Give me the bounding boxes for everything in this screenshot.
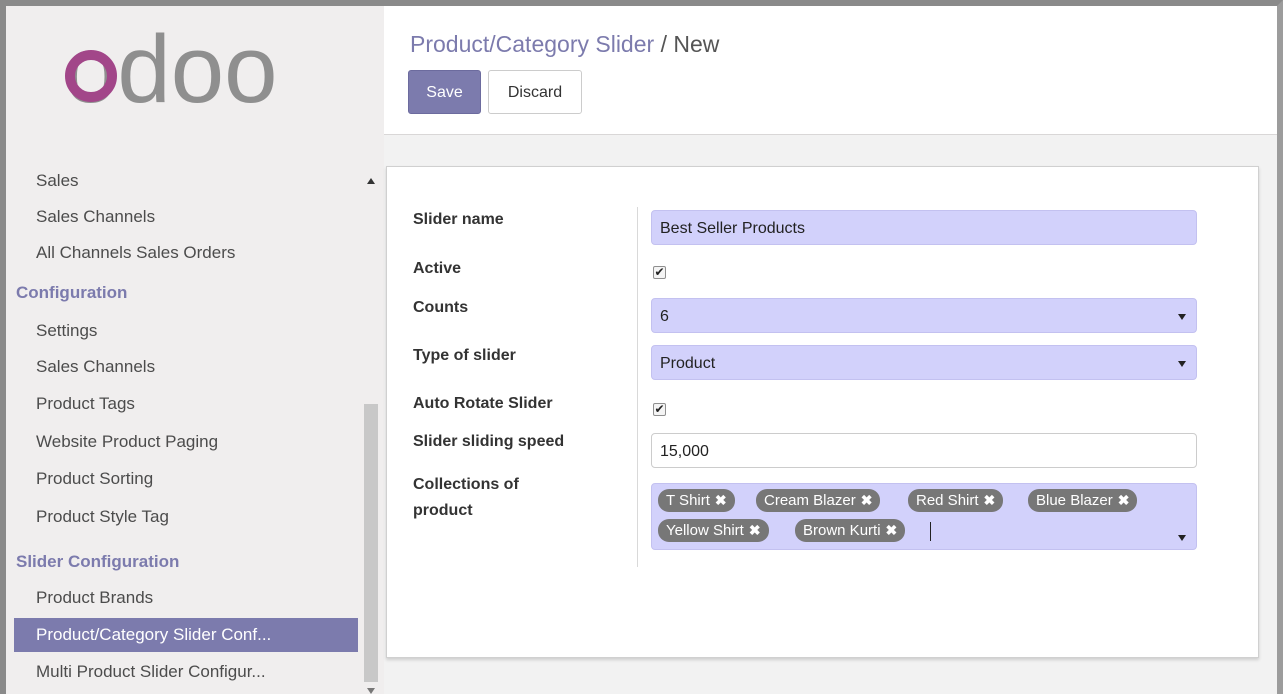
main-area: Product/Category Slider / New Save Disca… [384, 6, 1277, 694]
type-of-slider-select[interactable]: Product [651, 345, 1197, 380]
tag-label: Brown Kurti [803, 522, 881, 539]
tag-blue-blazer[interactable]: Blue Blazer ✖ [1028, 489, 1138, 512]
sidebar-section-configuration: Configuration [16, 283, 128, 302]
control-panel: Product/Category Slider / New Save Disca… [384, 6, 1277, 135]
auto-rotate-checkbox[interactable]: ✔ [653, 403, 666, 416]
chevron-down-icon [1178, 361, 1186, 367]
sidebar-item-product-category-slider[interactable]: Product/Category Slider Conf... [14, 618, 358, 652]
slider-speed-input[interactable]: 15,000 [651, 433, 1197, 468]
tag-cream-blazer[interactable]: Cream Blazer ✖ [756, 489, 881, 512]
collections-label-line1: Collections of [413, 476, 519, 493]
sidebar-item-product-brands[interactable]: Product Brands [14, 581, 358, 615]
form-sheet: Slider name Best Seller Products Active … [386, 166, 1259, 658]
breadcrumb-current: New [673, 31, 720, 57]
sidebar: odoo Sales Sales Channels All Channels S… [6, 6, 384, 694]
tag-label: T Shirt [666, 492, 710, 509]
logo-text: odoo [64, 16, 278, 123]
tag-label: Blue Blazer [1036, 492, 1113, 509]
remove-tag-icon[interactable]: ✖ [715, 492, 727, 508]
tag-brown-kurti[interactable]: Brown Kurti ✖ [795, 519, 906, 542]
sidebar-section-slider-configuration: Slider Configuration [16, 552, 180, 571]
counts-label: Counts [413, 299, 469, 316]
type-of-slider-label: Type of slider [413, 347, 516, 364]
sidebar-item-product-tags[interactable]: Product Tags [14, 387, 358, 421]
sidebar-item-config-sales-channels[interactable]: Sales Channels [14, 350, 358, 384]
remove-tag-icon[interactable]: ✖ [984, 492, 996, 508]
sidebar-scrollbar[interactable] [362, 164, 380, 694]
sidebar-item-product-sorting[interactable]: Product Sorting [14, 462, 358, 496]
remove-tag-icon[interactable]: ✖ [749, 522, 761, 538]
odoo-logo[interactable]: odoo [58, 10, 338, 130]
tag-red-shirt[interactable]: Red Shirt ✖ [908, 489, 1004, 512]
sidebar-item-sales[interactable]: Sales [14, 164, 358, 198]
save-button[interactable]: Save [408, 70, 481, 114]
sidebar-item-settings[interactable]: Settings [14, 314, 358, 348]
scroll-up-icon[interactable] [367, 178, 375, 184]
sidebar-item-multi-product-slider[interactable]: Multi Product Slider Configur... [14, 655, 358, 689]
collections-label-line2: product [413, 502, 473, 519]
text-cursor [930, 522, 931, 541]
tag-label: Red Shirt [916, 492, 979, 509]
active-checkbox[interactable]: ✔ [653, 266, 666, 279]
sidebar-item-sales-channels[interactable]: Sales Channels [14, 200, 358, 234]
slider-name-input[interactable]: Best Seller Products [651, 210, 1197, 245]
active-label: Active [413, 260, 462, 277]
remove-tag-icon[interactable]: ✖ [1118, 492, 1130, 508]
breadcrumb-parent-link[interactable]: Product/Category Slider [410, 31, 654, 57]
chevron-down-icon[interactable] [1178, 535, 1186, 541]
remove-tag-icon[interactable]: ✖ [861, 492, 873, 508]
scrollbar-thumb[interactable] [364, 404, 378, 682]
slider-speed-label: Slider sliding speed [413, 433, 565, 450]
discard-button[interactable]: Discard [488, 70, 582, 114]
sidebar-item-website-product-paging[interactable]: Website Product Paging [14, 425, 358, 459]
breadcrumb: Product/Category Slider / New [410, 31, 719, 58]
tag-t-shirt[interactable]: T Shirt ✖ [658, 489, 735, 512]
remove-tag-icon[interactable]: ✖ [886, 522, 898, 538]
tag-label: Cream Blazer [764, 492, 856, 509]
slider-name-label: Slider name [413, 211, 504, 228]
tag-yellow-shirt[interactable]: Yellow Shirt ✖ [658, 519, 769, 542]
scroll-down-icon[interactable] [367, 688, 375, 694]
form-divider [637, 207, 638, 567]
collections-tags-field[interactable]: T Shirt ✖ Cream Blazer ✖ Red Shirt ✖ Blue B… [651, 483, 1197, 550]
counts-select[interactable]: 6 [651, 298, 1197, 333]
logo-area: odoo [6, 6, 384, 156]
sidebar-item-product-style-tag[interactable]: Product Style Tag [14, 500, 358, 534]
sidebar-item-all-channels-sales-orders[interactable]: All Channels Sales Orders [14, 236, 358, 270]
breadcrumb-separator: / [660, 31, 667, 57]
type-of-slider-value: Product [660, 355, 716, 372]
auto-rotate-label: Auto Rotate Slider [413, 395, 553, 412]
tag-label: Yellow Shirt [666, 522, 744, 539]
counts-value: 6 [660, 308, 669, 325]
chevron-down-icon [1178, 314, 1186, 320]
